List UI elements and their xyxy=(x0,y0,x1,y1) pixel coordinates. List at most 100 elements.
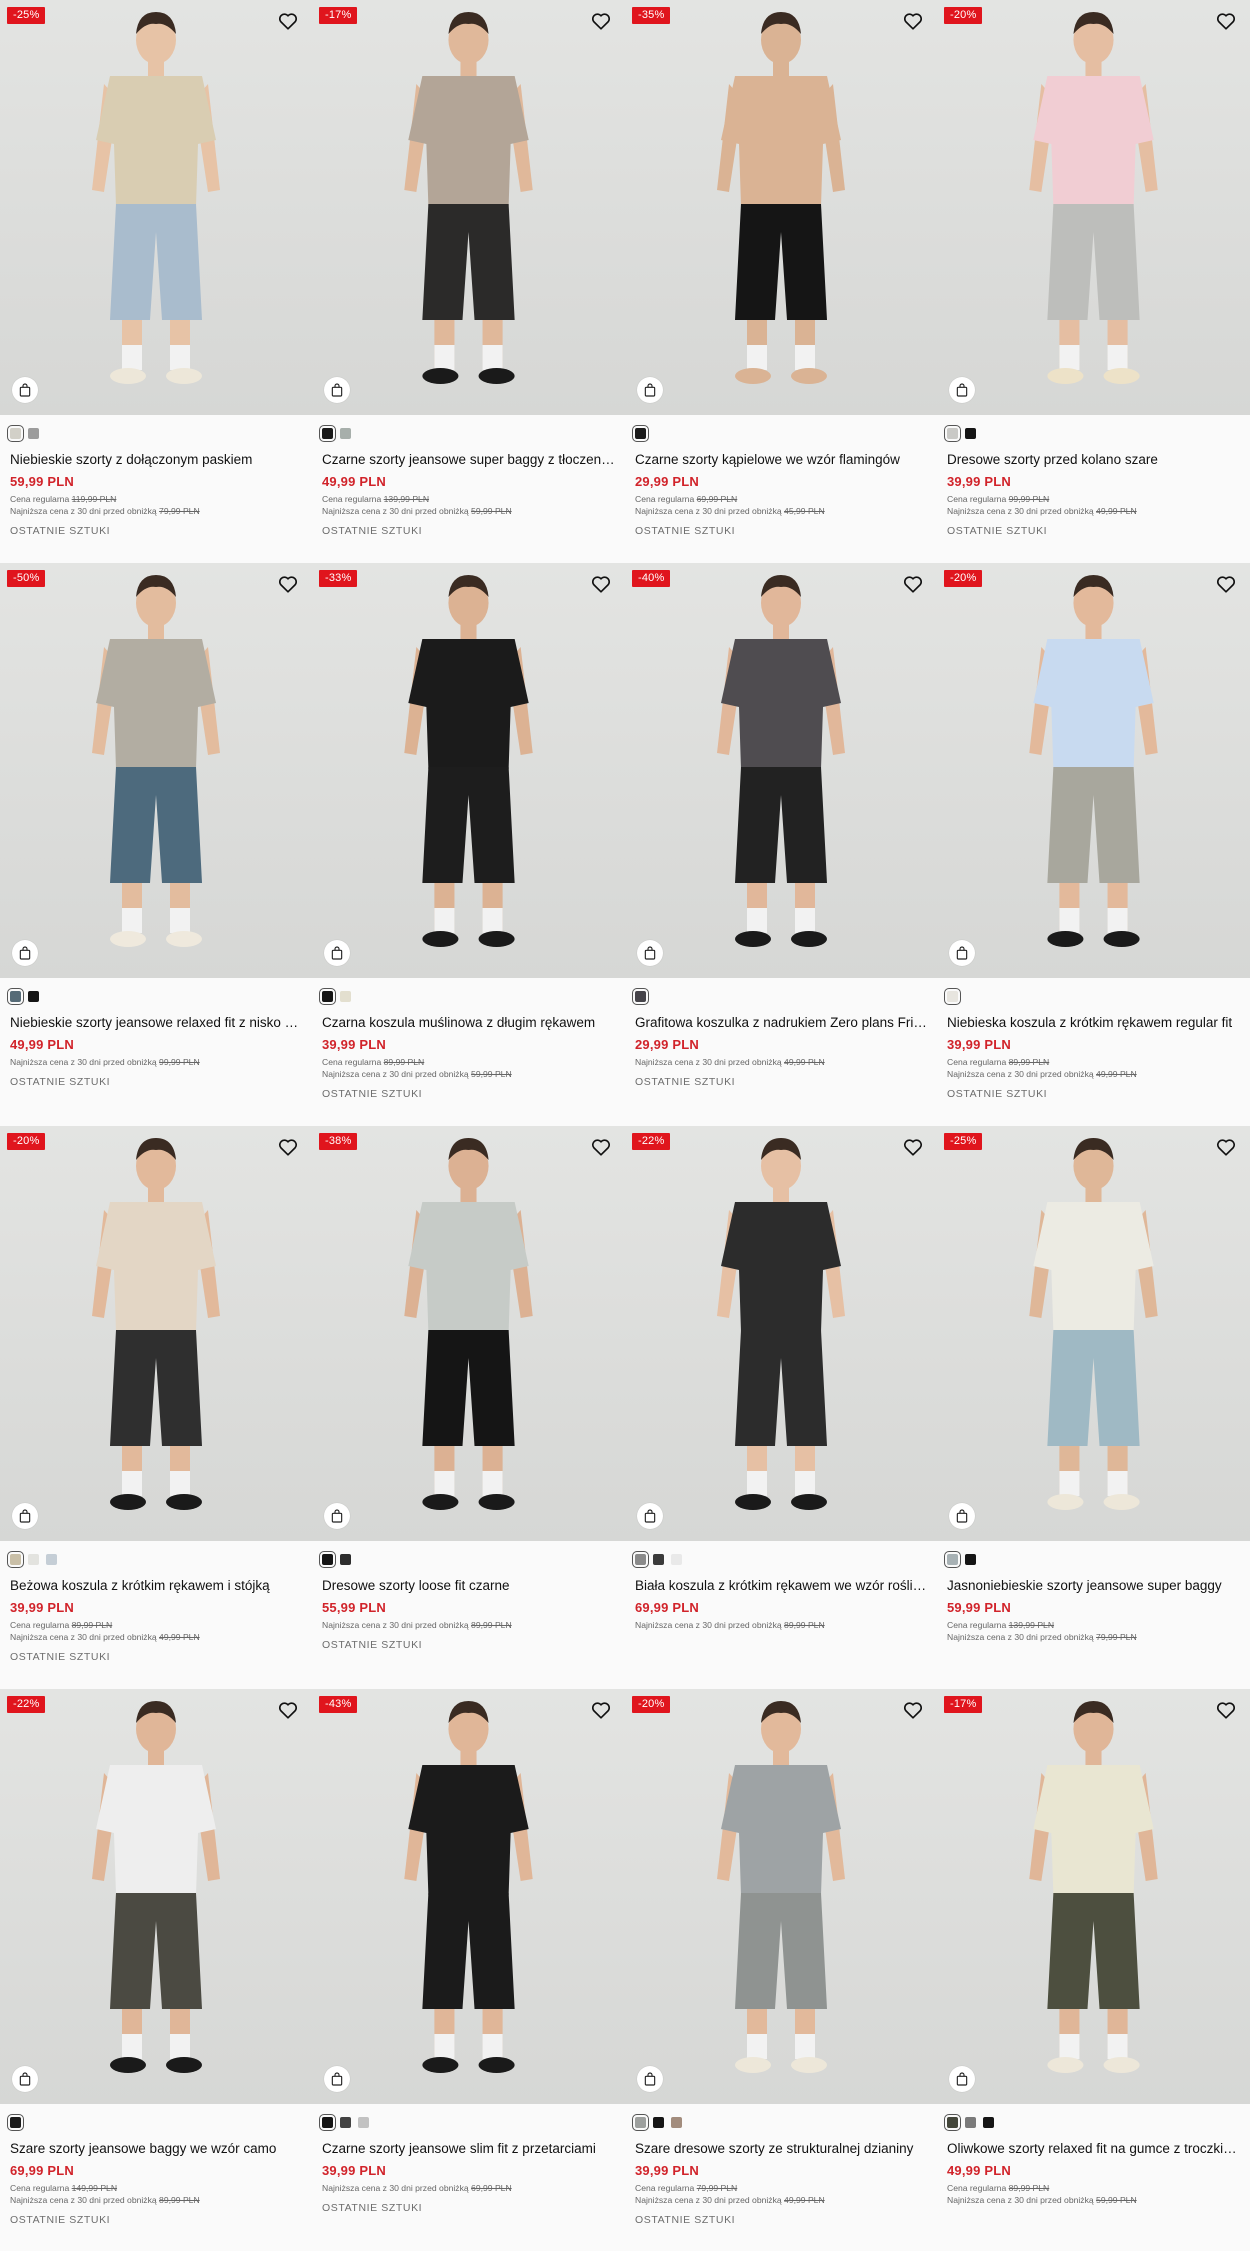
product-photo[interactable] xyxy=(937,563,1250,978)
product-title[interactable]: Czarne szorty kąpielowe we wzór flamingó… xyxy=(635,451,927,469)
color-swatch[interactable] xyxy=(965,427,976,439)
product-image[interactable]: -33% xyxy=(312,563,625,978)
heart-icon[interactable] xyxy=(1215,573,1237,595)
product-image[interactable]: -17% xyxy=(312,0,625,415)
product-image[interactable]: -35% xyxy=(625,0,937,415)
shopping-bag-icon[interactable] xyxy=(949,377,975,403)
product-image[interactable]: -22% xyxy=(0,1689,312,2104)
shopping-bag-icon[interactable] xyxy=(12,1503,38,1529)
heart-icon[interactable] xyxy=(277,1699,299,1721)
color-swatch[interactable] xyxy=(319,2113,336,2131)
shopping-bag-icon[interactable] xyxy=(324,1503,350,1529)
color-swatch[interactable] xyxy=(28,990,39,1002)
product-photo[interactable] xyxy=(625,1689,937,2104)
shopping-bag-icon[interactable] xyxy=(637,1503,663,1529)
product-image[interactable]: -17% xyxy=(937,1689,1250,2104)
heart-icon[interactable] xyxy=(277,573,299,595)
product-card[interactable]: -40% Grafitowa koszulka z nadrukiem Zero … xyxy=(625,563,937,1126)
product-image[interactable]: -38% xyxy=(312,1126,625,1541)
product-image[interactable]: -20% xyxy=(937,563,1250,978)
product-title[interactable]: Grafitowa koszulka z nadrukiem Zero plan… xyxy=(635,1014,927,1032)
color-swatch[interactable] xyxy=(7,424,24,442)
product-card[interactable]: -20% Szare dresowe szorty ze strukturalne… xyxy=(625,1689,937,2251)
color-swatch[interactable] xyxy=(7,987,24,1005)
product-card[interactable]: -25% Niebieskie szorty z dołączonym paski… xyxy=(0,0,312,563)
product-card[interactable]: -17% Czarne szorty jeansowe super baggy z… xyxy=(312,0,625,563)
color-swatch[interactable] xyxy=(671,1553,682,1565)
shopping-bag-icon[interactable] xyxy=(324,377,350,403)
color-swatch[interactable] xyxy=(653,1553,664,1565)
shopping-bag-icon[interactable] xyxy=(12,2066,38,2092)
product-image[interactable]: -22% xyxy=(625,1126,937,1541)
product-title[interactable]: Czarne szorty jeansowe super baggy z tło… xyxy=(322,451,615,469)
product-card[interactable]: -20% Niebieska koszula z krótkim rękawem … xyxy=(937,563,1250,1126)
color-swatch[interactable] xyxy=(944,2113,961,2131)
product-image[interactable]: -25% xyxy=(0,0,312,415)
product-card[interactable]: -22% Biała koszula z krótkim rękawem we w… xyxy=(625,1126,937,1689)
color-swatch[interactable] xyxy=(46,1553,57,1565)
color-swatch[interactable] xyxy=(632,424,649,442)
shopping-bag-icon[interactable] xyxy=(949,940,975,966)
product-card[interactable]: -38% Dresowe szorty loose fit czarne 55,99… xyxy=(312,1126,625,1689)
product-photo[interactable] xyxy=(312,1126,625,1541)
product-image[interactable]: -20% xyxy=(937,0,1250,415)
product-title[interactable]: Beżowa koszula z krótkim rękawem i stójk… xyxy=(10,1577,302,1595)
product-photo[interactable] xyxy=(625,0,937,415)
shopping-bag-icon[interactable] xyxy=(637,2066,663,2092)
product-photo[interactable] xyxy=(312,1689,625,2104)
product-image[interactable]: -25% xyxy=(937,1126,1250,1541)
heart-icon[interactable] xyxy=(902,1136,924,1158)
shopping-bag-icon[interactable] xyxy=(12,940,38,966)
product-photo[interactable] xyxy=(0,563,312,978)
product-photo[interactable] xyxy=(0,1689,312,2104)
product-title[interactable]: Dresowe szorty przed kolano szare xyxy=(947,451,1240,469)
product-card[interactable]: -50% Niebieskie szorty jeansowe relaxed f… xyxy=(0,563,312,1126)
product-title[interactable]: Niebieskie szorty z dołączonym paskiem xyxy=(10,451,302,469)
heart-icon[interactable] xyxy=(277,1136,299,1158)
product-card[interactable]: -25% Jasnoniebieskie szorty jeansowe supe… xyxy=(937,1126,1250,1689)
heart-icon[interactable] xyxy=(590,1136,612,1158)
color-swatch[interactable] xyxy=(983,2116,994,2128)
product-title[interactable]: Oliwkowe szorty relaxed fit na gumce z t… xyxy=(947,2140,1240,2158)
product-card[interactable]: -43% Czarne szorty jeansowe slim fit z pr… xyxy=(312,1689,625,2251)
heart-icon[interactable] xyxy=(1215,10,1237,32)
color-swatch[interactable] xyxy=(632,987,649,1005)
product-title[interactable]: Niebieskie szorty jeansowe relaxed fit z… xyxy=(10,1014,302,1032)
product-photo[interactable] xyxy=(625,1126,937,1541)
shopping-bag-icon[interactable] xyxy=(637,940,663,966)
color-swatch[interactable] xyxy=(653,2116,664,2128)
product-photo[interactable] xyxy=(937,1689,1250,2104)
color-swatch[interactable] xyxy=(319,1550,336,1568)
color-swatch[interactable] xyxy=(7,1550,24,1568)
product-title[interactable]: Biała koszula z krótkim rękawem we wzór … xyxy=(635,1577,927,1595)
color-swatch[interactable] xyxy=(28,1553,39,1565)
color-swatch[interactable] xyxy=(28,427,39,439)
product-image[interactable]: -43% xyxy=(312,1689,625,2104)
product-photo[interactable] xyxy=(937,0,1250,415)
color-swatch[interactable] xyxy=(671,2116,682,2128)
color-swatch[interactable] xyxy=(340,1553,351,1565)
product-title[interactable]: Czarne szorty jeansowe slim fit z przeta… xyxy=(322,2140,615,2158)
product-image[interactable]: -20% xyxy=(0,1126,312,1541)
shopping-bag-icon[interactable] xyxy=(324,940,350,966)
color-swatch[interactable] xyxy=(7,2113,24,2131)
product-photo[interactable] xyxy=(312,0,625,415)
color-swatch[interactable] xyxy=(632,2113,649,2131)
product-image[interactable]: -40% xyxy=(625,563,937,978)
color-swatch[interactable] xyxy=(340,990,351,1002)
color-swatch[interactable] xyxy=(632,1550,649,1568)
product-card[interactable]: -33% Czarna koszula muślinowa z długim rę… xyxy=(312,563,625,1126)
color-swatch[interactable] xyxy=(965,1553,976,1565)
heart-icon[interactable] xyxy=(902,1699,924,1721)
product-card[interactable]: -20% Beżowa koszula z krótkim rękawem i s… xyxy=(0,1126,312,1689)
product-card[interactable]: -17% Oliwkowe szorty relaxed fit na gumce… xyxy=(937,1689,1250,2251)
product-photo[interactable] xyxy=(625,563,937,978)
product-photo[interactable] xyxy=(0,0,312,415)
product-card[interactable]: -20% Dresowe szorty przed kolano szare 39,… xyxy=(937,0,1250,563)
product-photo[interactable] xyxy=(0,1126,312,1541)
product-title[interactable]: Szare szorty jeansowe baggy we wzór camo xyxy=(10,2140,302,2158)
product-card[interactable]: -35% Czarne szorty kąpielowe we wzór flam… xyxy=(625,0,937,563)
heart-icon[interactable] xyxy=(590,573,612,595)
shopping-bag-icon[interactable] xyxy=(637,377,663,403)
color-swatch[interactable] xyxy=(319,424,336,442)
